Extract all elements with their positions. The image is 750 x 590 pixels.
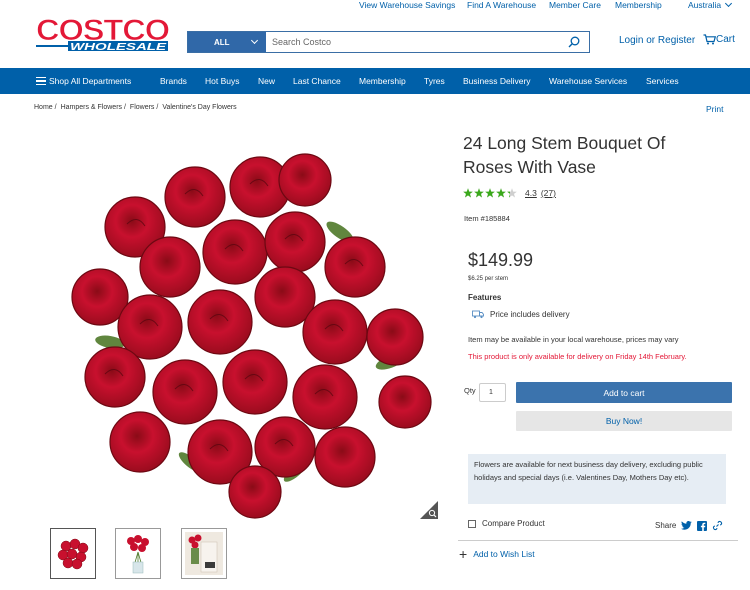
availability-note: Item may be available in your local ware… xyxy=(468,335,679,344)
search-button[interactable] xyxy=(559,32,589,52)
buy-now-button[interactable]: Buy Now! xyxy=(516,411,732,431)
divider xyxy=(458,540,738,541)
delivery-truck-icon xyxy=(472,310,484,319)
nav-business-delivery[interactable]: Business Delivery xyxy=(463,76,531,86)
product-price: $149.99 xyxy=(468,250,534,270)
delivery-warning: This product is only available for deliv… xyxy=(468,352,687,361)
delivery-info-box: Flowers are available for next business … xyxy=(468,454,726,504)
add-to-cart-button[interactable]: Add to cart xyxy=(516,382,732,403)
price-per-stem: $6.25 per stem xyxy=(468,276,509,282)
login-register-link[interactable]: Login or Register xyxy=(619,35,695,46)
cart-link[interactable]: Cart xyxy=(703,34,735,45)
view-warehouse-savings-link[interactable]: View Warehouse Savings xyxy=(359,0,455,10)
utility-bar: View Warehouse Savings Find A Warehouse … xyxy=(0,0,750,12)
member-care-link[interactable]: Member Care xyxy=(549,0,601,10)
facebook-icon[interactable] xyxy=(697,520,708,531)
product-image-rose-bouquet xyxy=(71,153,432,519)
nav-hot-buys[interactable]: Hot Buys xyxy=(205,76,240,86)
breadcrumb-flowers[interactable]: Flowers / xyxy=(130,104,158,111)
share-section: Share xyxy=(655,520,723,531)
rating-value[interactable]: 4.3 xyxy=(525,188,537,198)
breadcrumb-valentines-day-flowers[interactable]: Valentine's Day Flowers xyxy=(162,104,236,111)
search-category-dropdown[interactable]: ALL xyxy=(188,32,266,52)
qty-label: Qty xyxy=(464,386,476,395)
breadcrumb: Home / Hampers & Flowers / Flowers / Val… xyxy=(34,104,237,111)
nav-warehouse-services[interactable]: Warehouse Services xyxy=(549,76,627,86)
breadcrumb-home[interactable]: Home / xyxy=(34,104,57,111)
nav-last-chance[interactable]: Last Chance xyxy=(293,76,341,86)
country-label: Australia xyxy=(688,0,722,10)
find-a-warehouse-link[interactable]: Find A Warehouse xyxy=(467,0,536,10)
compare-checkbox[interactable] xyxy=(468,519,476,528)
share-label: Share xyxy=(655,521,677,530)
features-heading: Features xyxy=(468,293,502,302)
item-number: Item #185884 xyxy=(464,214,510,223)
plus-icon: + xyxy=(459,546,468,562)
cart-icon xyxy=(703,34,716,45)
thumbnail-2[interactable] xyxy=(115,528,161,579)
wish-list-label: Add to Wish List xyxy=(473,549,535,559)
add-to-wish-list[interactable]: + Add to Wish List xyxy=(459,546,535,562)
thumbnail-3[interactable] xyxy=(181,528,227,579)
search-input[interactable] xyxy=(266,32,559,52)
link-icon[interactable] xyxy=(712,520,723,531)
search-bar: ALL xyxy=(187,31,590,53)
nav-brands[interactable]: Brands xyxy=(160,76,187,86)
quantity-input[interactable] xyxy=(479,383,506,402)
costco-logo[interactable]: COSTCO WHOLESALE xyxy=(34,15,174,57)
review-count[interactable]: (27) xyxy=(541,188,556,198)
thumbnail-image xyxy=(57,538,89,570)
shop-all-label: Shop All Departments xyxy=(49,76,132,86)
membership-link[interactable]: Membership xyxy=(615,0,662,10)
compare-product[interactable]: Compare Product xyxy=(468,519,545,528)
menu-icon xyxy=(36,76,46,85)
cart-label: Cart xyxy=(716,34,735,45)
nav-services[interactable]: Services xyxy=(646,76,679,86)
thumbnail-image xyxy=(185,532,223,575)
country-selector[interactable]: Australia xyxy=(688,0,733,10)
zoom-icon[interactable] xyxy=(420,501,438,519)
nav-new[interactable]: New xyxy=(258,76,275,86)
thumbnail-image xyxy=(127,535,149,574)
feature-delivery-label: Price includes delivery xyxy=(490,310,570,319)
twitter-icon[interactable] xyxy=(681,521,693,530)
search-category-label: ALL xyxy=(214,37,230,47)
feature-delivery: Price includes delivery xyxy=(472,310,570,319)
nav-membership[interactable]: Membership xyxy=(359,76,406,86)
breadcrumb-hampers-flowers[interactable]: Hampers & Flowers / xyxy=(61,104,126,111)
main-navigation: Shop All Departments Brands Hot Buys New… xyxy=(0,68,750,94)
thumbnail-1[interactable] xyxy=(50,528,96,579)
chevron-down-icon xyxy=(725,0,733,8)
svg-text:WHOLESALE: WHOLESALE xyxy=(70,42,166,53)
product-rating[interactable]: 4.3 (27) xyxy=(463,188,556,198)
print-link[interactable]: Print xyxy=(706,104,723,114)
chevron-down-icon xyxy=(250,36,259,45)
rating-stars-icon xyxy=(463,188,517,198)
product-title: 24 Long Stem Bouquet Of Roses With Vase xyxy=(463,133,666,177)
search-icon xyxy=(568,36,580,48)
nav-tyres[interactable]: Tyres xyxy=(424,76,445,86)
compare-label: Compare Product xyxy=(482,519,545,528)
shop-all-departments-menu[interactable]: Shop All Departments xyxy=(36,76,131,86)
